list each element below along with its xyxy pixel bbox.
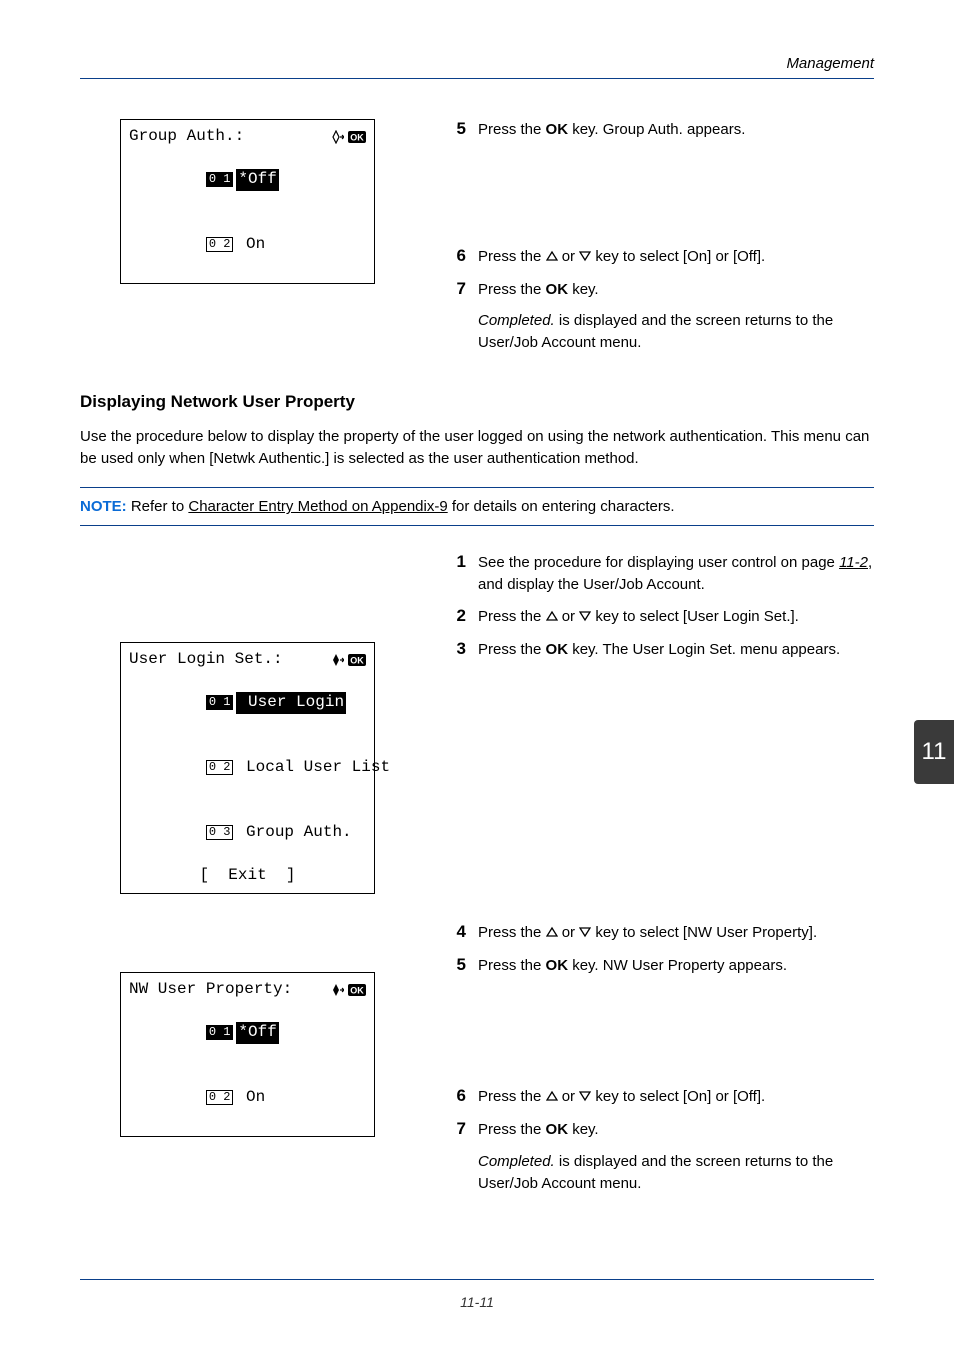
triangle-down-icon	[579, 1087, 591, 1109]
note-block: NOTE: Refer to Character Entry Method on…	[80, 487, 874, 526]
lcd-nw-user-property: NW User Property: OK 0 1*Off 0 2 On	[120, 972, 375, 1137]
ok-icon: OK	[348, 654, 366, 666]
block-group-auth: Group Auth.: OK 0 1*Off 0 2 On 5 P	[80, 119, 874, 364]
page-header: Management	[80, 55, 874, 79]
option-num-02: 0 2	[206, 760, 234, 775]
header-label: Management	[80, 55, 874, 72]
nav-diamond-icon	[328, 130, 344, 144]
triangle-up-icon	[546, 247, 558, 269]
option-text: On	[236, 235, 265, 253]
step-number: 6	[450, 1086, 478, 1109]
lcd-title: User Login Set.:	[129, 649, 283, 671]
lcd-exit-label: [ Exit ]	[129, 865, 366, 887]
lcd-user-login-set: User Login Set.: OK 0 1 User Login 0 2 L…	[120, 642, 375, 894]
note-link[interactable]: Character Entry Method on Appendix-9	[188, 498, 447, 515]
option-text: Group Auth.	[236, 823, 351, 841]
block-nw-user-property: NW User Property: OK 0 1*Off 0 2 On 4	[80, 922, 874, 1205]
step-5b: 5 Press the OK key. NW User Property app…	[450, 955, 874, 977]
note-label: NOTE:	[80, 498, 127, 515]
triangle-down-icon	[579, 247, 591, 269]
page-number: 11-11	[0, 1294, 954, 1310]
step-number: 5	[450, 955, 478, 977]
step-number: 7	[450, 1119, 478, 1194]
triangle-up-icon	[546, 1087, 558, 1109]
svg-text:OK: OK	[350, 985, 364, 995]
ok-icon: OK	[348, 131, 366, 143]
step-number: 2	[450, 606, 478, 629]
nav-diamond-icon	[328, 653, 344, 667]
step-2: 2 Press the or key to select [User Login…	[450, 606, 874, 629]
step-number: 3	[450, 639, 478, 661]
section-heading-nw-user-property: Displaying Network User Property	[80, 392, 874, 412]
triangle-down-icon	[579, 923, 591, 945]
option-text: Local User List	[236, 758, 390, 776]
step-7b: 7 Press the OK key. Completed. is displa…	[450, 1119, 874, 1194]
triangle-down-icon	[579, 607, 591, 629]
step-4: 4 Press the or key to select [NW User Pr…	[450, 922, 874, 945]
step-6b: 6 Press the or key to select [On] or [Of…	[450, 1086, 874, 1109]
lcd-title: NW User Property	[129, 980, 283, 998]
option-num-03: 0 3	[206, 825, 234, 840]
lcd-title: Group Auth.:	[129, 126, 244, 148]
option-num-02: 0 2	[206, 237, 234, 252]
step-number: 5	[450, 119, 478, 141]
triangle-up-icon	[546, 607, 558, 629]
option-num-01: 0 1	[206, 1025, 234, 1040]
lcd-group-auth: Group Auth.: OK 0 1*Off 0 2 On	[120, 119, 375, 284]
step-3: 3 Press the OK key. The User Login Set. …	[450, 639, 874, 661]
chapter-tab: 11	[914, 720, 954, 784]
option-num-01: 0 1	[206, 172, 234, 187]
nav-diamond-icon	[328, 983, 344, 997]
option-num-02: 0 2	[206, 1090, 234, 1105]
option-selected: User Login	[236, 692, 346, 714]
step-number: 4	[450, 922, 478, 945]
section-intro-paragraph: Use the procedure below to display the p…	[80, 426, 874, 470]
step-7: 7 Press the OK key. Completed. is displa…	[450, 279, 874, 354]
option-text: On	[236, 1088, 265, 1106]
page-ref-link[interactable]: 11-2	[839, 554, 868, 571]
step-number: 6	[450, 246, 478, 269]
option-selected: *Off	[236, 1022, 278, 1044]
footer-rule	[80, 1279, 874, 1280]
step-6: 6 Press the or key to select [On] or [Of…	[450, 246, 874, 269]
option-num-01: 0 1	[206, 695, 234, 710]
ok-icon: OK	[348, 984, 366, 996]
triangle-up-icon	[546, 923, 558, 945]
step-number: 7	[450, 279, 478, 354]
option-selected: *Off	[236, 169, 278, 191]
svg-text:OK: OK	[350, 132, 364, 142]
step-1: 1 See the procedure for displaying user …	[450, 552, 874, 596]
block-user-login-set: User Login Set.: OK 0 1 User Login 0 2 L…	[80, 552, 874, 894]
svg-text:OK: OK	[350, 656, 364, 666]
step-5: 5 Press the OK key. Group Auth. appears.	[450, 119, 874, 141]
step-number: 1	[450, 552, 478, 596]
